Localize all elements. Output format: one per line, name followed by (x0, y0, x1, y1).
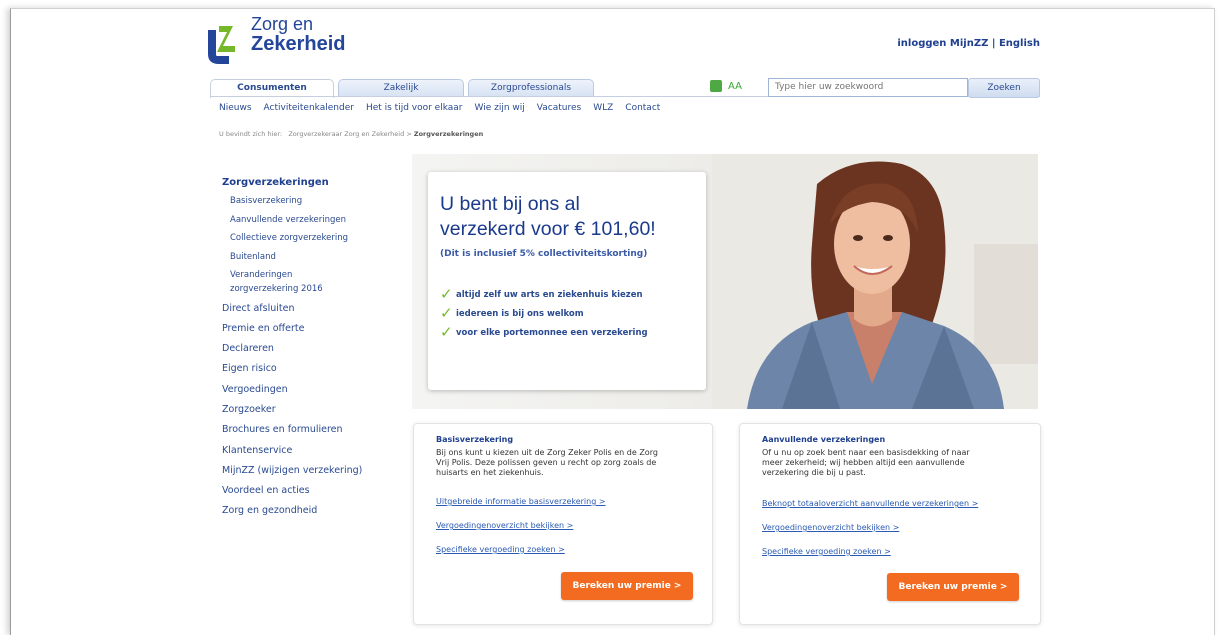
sidebar-item-mijnzz[interactable]: MijnZZ (wijzigen verzekering) (222, 463, 412, 483)
sidebar-item-zorgzoeker[interactable]: Zorgzoeker (222, 402, 412, 422)
link-vergoedingenoverzicht[interactable]: Vergoedingenoverzicht bekijken > (436, 521, 573, 530)
subnav-item-nieuws[interactable]: Nieuws (219, 103, 252, 113)
box-description: Of u nu op zoek bent naar een basisdekki… (762, 448, 970, 478)
checkmark-icon: ✓ (440, 304, 453, 322)
box-text-line: Bij ons kunt u kiezen uit de Zorg Zeker … (436, 448, 658, 457)
box-title: Basisverzekering (436, 435, 514, 444)
sidebar-subitem-buitenland[interactable]: Buitenland (222, 250, 412, 269)
sidebar-item-vergoedingen[interactable]: Vergoedingen (222, 382, 412, 402)
logo-line-2: Zekerheid (251, 33, 346, 55)
bereken-premie-button[interactable]: Bereken uw premie > (887, 573, 1019, 601)
breadcrumb-current: Zorgverzekeringen (413, 130, 484, 138)
sidebar-item-zorg-gezondheid[interactable]: Zorg en gezondheid (222, 503, 412, 523)
checklist-text: iedereen is bij ons welkom (456, 309, 584, 319)
sub-navigation: Nieuws Activiteitenkalender Het is tijd vo… (219, 103, 672, 113)
sidebar-subitem-aanvullende[interactable]: Aanvullende verzekeringen (222, 213, 412, 232)
search-input[interactable] (768, 78, 968, 97)
subnav-item-contact[interactable]: Contact (625, 103, 660, 113)
hero-title-line-1: U bent bij ons al (440, 193, 580, 215)
link-vergoedingenoverzicht[interactable]: Vergoedingenoverzicht bekijken > (762, 523, 899, 532)
hero-title: U bent bij ons al verzekerd voor € 101,6… (440, 192, 705, 242)
subnav-item-tijd-voor-elkaar[interactable]: Het is tijd voor elkaar (366, 103, 463, 113)
sidebar-subitem-basisverzekering[interactable]: Basisverzekering (222, 194, 412, 213)
box-text-line: meer zekerheid; wij hebben altijd een aa… (762, 458, 965, 467)
sidebar-heading[interactable]: Zorgverzekeringen (222, 176, 412, 194)
search-button[interactable]: Zoeken (968, 78, 1040, 98)
sidebar-item-declareren[interactable]: Declareren (222, 341, 412, 361)
sidebar-item-eigen-risico[interactable]: Eigen risico (222, 361, 412, 381)
zz-logo-icon (208, 26, 235, 64)
checkmark-icon: ✓ (440, 285, 453, 303)
basisverzekering-box: Basisverzekering Bij ons kunt u kiezen u… (413, 423, 713, 625)
box-text-line: Of u nu op zoek bent naar een basisdekki… (762, 448, 970, 457)
subnav-item-vacatures[interactable]: Vacatures (537, 103, 581, 113)
checklist-item: ✓ altijd zelf uw arts en ziekenhuis kieze… (440, 285, 648, 304)
link-specifieke-vergoeding[interactable]: Specifieke vergoeding zoeken > (762, 547, 891, 556)
hero-woman-photo (712, 154, 1038, 409)
link-specifieke-vergoeding[interactable]: Specifieke vergoeding zoeken > (436, 545, 565, 554)
hero-card: U bent bij ons al verzekerd voor € 101,6… (428, 172, 706, 390)
print-icon[interactable] (710, 80, 722, 92)
box-title: Aanvullende verzekeringen (762, 435, 886, 444)
sidebar-subitem-veranderingen[interactable]: Veranderingen (222, 268, 412, 282)
box-description: Bij ons kunt u kiezen uit de Zorg Zeker … (436, 448, 658, 478)
sidebar-item-direct-afsluiten[interactable]: Direct afsluiten (222, 301, 412, 321)
checklist-item: ✓ voor elke portemonnee een verzekering (440, 323, 648, 342)
sidebar-nav: Zorgverzekeringen Basisverzekering Aanvu… (222, 176, 412, 524)
sidebar-item-voordeel[interactable]: Voordeel en acties (222, 483, 412, 503)
subnav-item-activiteitenkalender[interactable]: Activiteitenkalender (264, 103, 354, 113)
hero-subtitle: (Dit is inclusief 5% collectiviteitskort… (440, 249, 648, 259)
link-beknopt-totaaloverzicht[interactable]: Beknopt totaaloverzicht aanvullende verz… (762, 499, 978, 508)
sidebar-subitem-collectieve[interactable]: Collectieve zorgverzekering (222, 231, 412, 250)
top-links-separator: | (991, 38, 996, 49)
tab-zakelijk[interactable]: Zakelijk (338, 79, 464, 97)
hero-checklist: ✓ altijd zelf uw arts en ziekenhuis kieze… (440, 285, 648, 342)
breadcrumb: U bevindt zich hier: Zorgverzekeraar Zor… (219, 130, 483, 138)
font-size-toggle[interactable]: AA (728, 81, 742, 92)
box-text-line: verzekering die bij u past. (762, 468, 866, 477)
hero-title-line-2: verzekerd voor € 101,60! (440, 218, 656, 240)
hero-banner: U bent bij ons al verzekerd voor € 101,6… (412, 154, 1038, 409)
language-link[interactable]: English (999, 38, 1040, 49)
page-tools: AA (710, 80, 742, 92)
subnav-item-wie-zijn-wij[interactable]: Wie zijn wij (475, 103, 525, 113)
bereken-premie-button[interactable]: Bereken uw premie > (561, 572, 693, 600)
logo-line-1: Zorg en (251, 14, 314, 34)
logo-wordmark: Zorg en Zekerheid (251, 14, 381, 55)
top-links: inloggen MijnZZ | English (897, 38, 1040, 49)
tab-zorgprofessionals[interactable]: Zorgprofessionals (468, 79, 594, 97)
subnav-item-wlz[interactable]: WLZ (593, 103, 613, 113)
checklist-text: altijd zelf uw arts en ziekenhuis kiezen (456, 290, 643, 300)
aanvullende-box: Aanvullende verzekeringen Of u nu op zoe… (739, 423, 1041, 625)
breadcrumb-prefix: U bevindt zich hier: (219, 130, 283, 138)
sidebar-item-klantenservice[interactable]: Klantenservice (222, 443, 412, 463)
sidebar-item-brochures[interactable]: Brochures en formulieren (222, 422, 412, 442)
login-link[interactable]: inloggen MijnZZ (897, 38, 988, 49)
checklist-text: voor elke portemonnee een verzekering (456, 328, 648, 338)
box-text-line: Vrij Polis. Deze polissen geven u recht … (436, 458, 657, 467)
checklist-item: ✓ iedereen is bij ons welkom (440, 304, 648, 323)
sidebar-item-premie[interactable]: Premie en offerte (222, 321, 412, 341)
breadcrumb-separator: > (406, 130, 412, 138)
box-text-line: huisarts en het ziekenhuis. (436, 468, 544, 477)
sidebar-subitem-veranderingen-2016[interactable]: zorgverzekering 2016 (222, 282, 412, 301)
checkmark-icon: ✓ (440, 323, 453, 341)
link-uitgebreide-informatie[interactable]: Uitgebreide informatie basisverzekering … (436, 497, 606, 506)
breadcrumb-home[interactable]: Zorgverzekeraar Zorg en Zekerheid (288, 130, 404, 138)
